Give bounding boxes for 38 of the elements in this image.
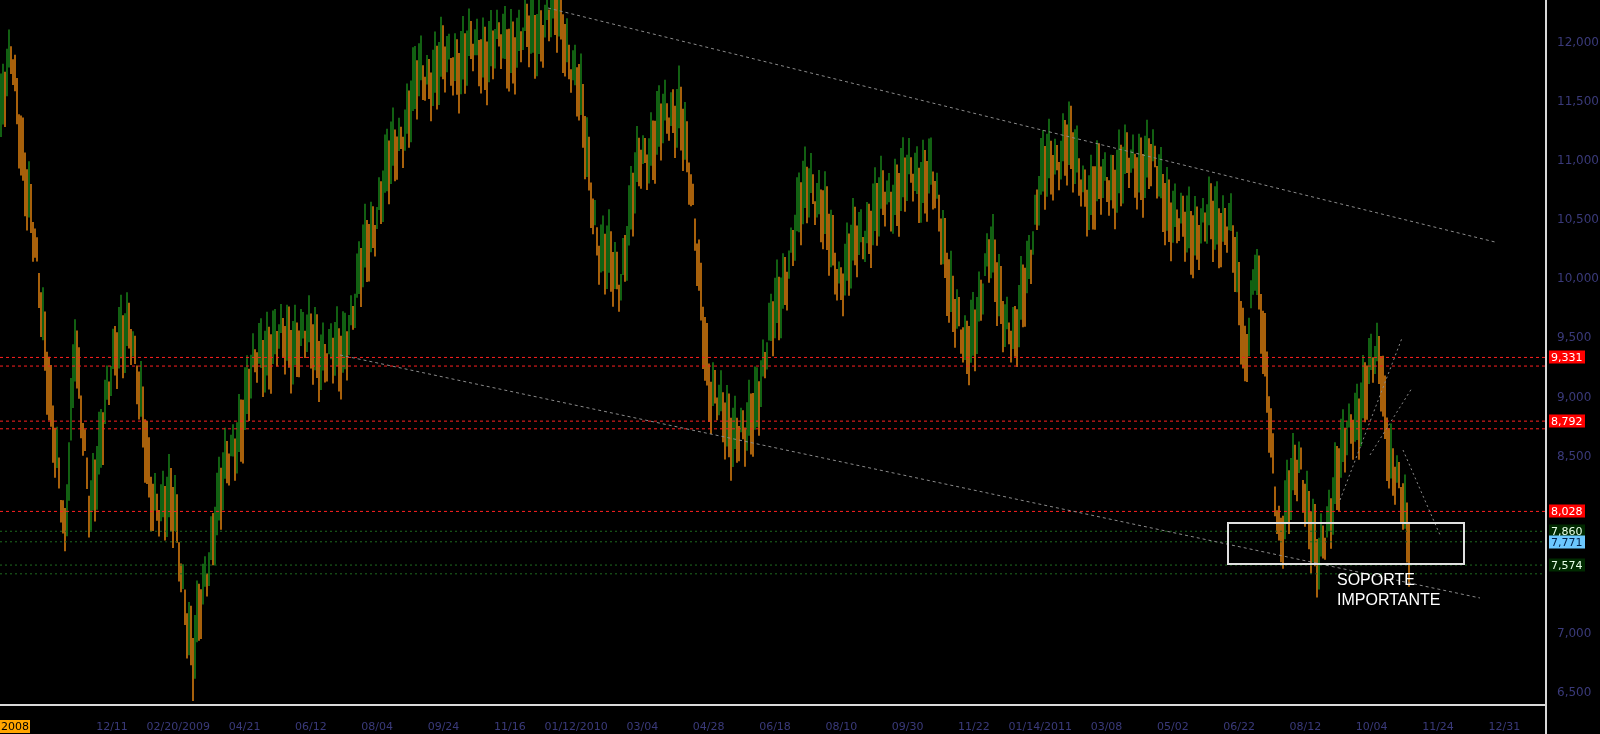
date-axis-label: 06/18 [759, 720, 791, 733]
date-axis-label: 09/30 [891, 720, 924, 733]
price-level-label: 8,028 [1549, 504, 1585, 518]
date-axis-label: 03/08 [1090, 720, 1123, 733]
year-badge: 2008 [0, 720, 30, 733]
price-level-label: 8,792 [1549, 414, 1585, 428]
price-level-label: 9,331 [1549, 350, 1585, 364]
price-axis-label: 11,500 [1557, 94, 1599, 109]
date-axis-label: 10/04 [1355, 720, 1388, 733]
date-axis-label: 04/21 [228, 720, 261, 733]
price-axis-label: 9,000 [1557, 389, 1592, 404]
price-axis-label: 7,000 [1557, 625, 1592, 640]
price-axis-label: 9,500 [1557, 330, 1592, 345]
date-axis-label: 01/12/2010 [544, 720, 608, 733]
date-axis-label: 12/11 [96, 720, 128, 733]
price-level-label: 7,771 [1549, 535, 1585, 549]
price-axis-label: 10,500 [1557, 212, 1599, 227]
date-axis-label: 06/22 [1223, 720, 1255, 733]
date-axis-label: 03/04 [626, 720, 659, 733]
date-axis-label: 11/24 [1422, 720, 1454, 733]
price-axis-label: 12,000 [1557, 35, 1599, 49]
price-axis-label: 11,000 [1557, 153, 1599, 168]
date-axis-label: 02/20/2009 [146, 720, 210, 733]
date-axis-label: 01/14/2011 [1008, 720, 1072, 733]
date-axis-label: 12/31 [1488, 720, 1521, 733]
date-axis-label: 11/16 [493, 720, 526, 733]
date-axis-label: 05/02 [1156, 720, 1189, 733]
date-axis-label: 09/24 [427, 720, 460, 733]
price-axis-label: 8,500 [1557, 448, 1592, 463]
date-axis-label: 04/28 [692, 720, 725, 733]
date-axis-label: 11/22 [958, 720, 990, 733]
price-level-label: 7,574 [1549, 558, 1585, 572]
date-axis-label: 08/04 [361, 720, 394, 733]
price-axis-label: 6,500 [1557, 685, 1592, 699]
date-axis-label: 08/12 [1289, 720, 1322, 733]
date-axis-label: 08/10 [825, 720, 858, 733]
date-axis-label: 06/12 [295, 720, 327, 733]
price-axis-label: 10,000 [1557, 271, 1599, 286]
